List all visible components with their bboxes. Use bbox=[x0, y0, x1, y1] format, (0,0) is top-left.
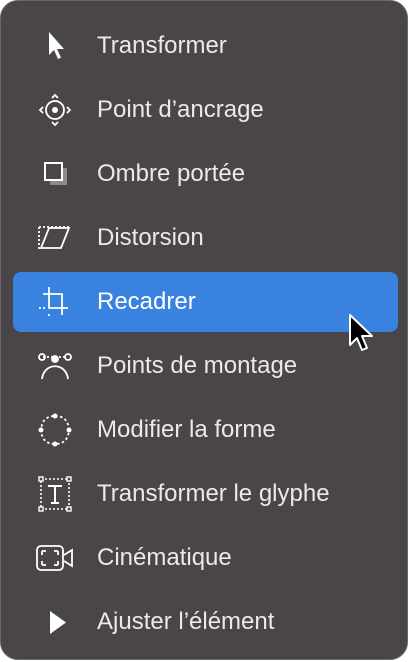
menu-item-label: Transformer le glyphe bbox=[97, 480, 330, 507]
menu-item-kinematic[interactable]: Cinématique bbox=[13, 528, 398, 588]
menu-item-drop-shadow[interactable]: Ombre portée bbox=[13, 144, 398, 204]
menu-item-edit-shape[interactable]: Modifier la forme bbox=[13, 400, 398, 460]
menu-item-transformer[interactable]: Transformer bbox=[13, 16, 398, 76]
menu-item-label: Distorsion bbox=[97, 224, 204, 251]
menu-item-label: Points de montage bbox=[97, 352, 298, 379]
menu-item-transform-glyph[interactable]: Transformer le glyphe bbox=[13, 464, 398, 524]
menu-item-crop[interactable]: Recadrer bbox=[13, 272, 398, 332]
mouse-cursor-icon bbox=[347, 312, 379, 356]
edit-points-icon bbox=[35, 348, 75, 384]
menu-item-anchor-point[interactable]: Point d’ancrage bbox=[13, 80, 398, 140]
kinematic-icon bbox=[35, 540, 75, 576]
menu-item-label: Point d’ancrage bbox=[97, 96, 264, 123]
menu-item-label: Cinématique bbox=[97, 544, 232, 571]
menu-item-label: Transformer bbox=[97, 32, 227, 59]
edit-shape-icon bbox=[35, 412, 75, 448]
transform-glyph-icon bbox=[35, 476, 75, 512]
menu-item-label: Ajuster l’élément bbox=[97, 608, 275, 635]
adjust-item-icon bbox=[35, 604, 75, 640]
menu-item-adjust-item[interactable]: Ajuster l’élément bbox=[13, 592, 398, 652]
anchor-point-icon bbox=[35, 92, 75, 128]
menu-item-label: Modifier la forme bbox=[97, 416, 276, 443]
menu-item-edit-points[interactable]: Points de montage bbox=[13, 336, 398, 396]
menu-item-distort[interactable]: Distorsion bbox=[13, 208, 398, 268]
menu-item-label: Ombre portée bbox=[97, 160, 246, 187]
drop-shadow-icon bbox=[35, 156, 75, 192]
arrow-pointer-icon bbox=[35, 28, 75, 64]
crop-icon bbox=[35, 284, 75, 320]
menu-item-label: Recadrer bbox=[97, 288, 196, 315]
distort-icon bbox=[35, 220, 75, 256]
